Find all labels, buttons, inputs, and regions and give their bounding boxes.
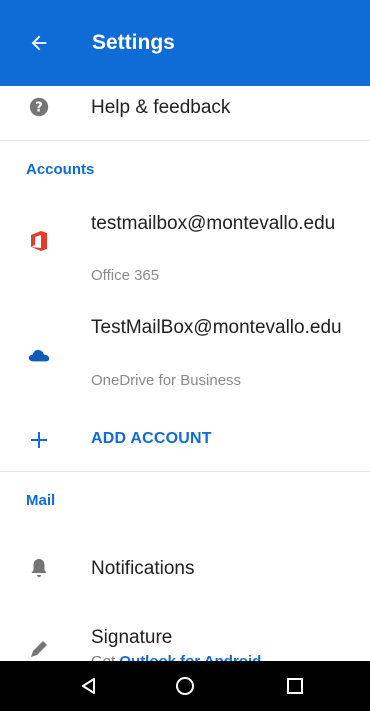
settings-screen: Settings ? Help & feedback Accounts test… — [0, 0, 370, 711]
add-account-button[interactable]: ADD ACCOUNT — [0, 418, 370, 468]
accounts-section-header: Accounts — [26, 161, 95, 178]
account-email: TestMailBox@montevallo.edu — [91, 317, 342, 338]
account-item-office365[interactable]: testmailbox@montevallo.edu Office 365 — [0, 200, 370, 300]
nav-recents-square-icon[interactable] — [282, 673, 308, 699]
help-feedback-row[interactable]: ? Help & feedback — [0, 86, 370, 140]
help-feedback-label: Help & feedback — [91, 97, 231, 118]
system-navigation-bar — [0, 661, 370, 711]
arrow-back-icon[interactable] — [24, 28, 54, 58]
add-account-label: ADD ACCOUNT — [91, 430, 212, 447]
signature-label: Signature — [91, 627, 173, 648]
account-type: Office 365 — [91, 267, 160, 284]
account-email: testmailbox@montevallo.edu — [91, 213, 336, 234]
bell-icon — [28, 557, 50, 579]
pen-icon — [28, 638, 50, 660]
divider — [0, 471, 370, 472]
page-title: Settings — [92, 31, 175, 54]
svg-text:?: ? — [35, 101, 42, 116]
onedrive-cloud-icon — [28, 344, 50, 366]
account-type: OneDrive for Business — [91, 372, 242, 389]
nav-home-circle-icon[interactable] — [172, 673, 198, 699]
office-365-icon — [28, 230, 50, 252]
notifications-row[interactable]: Notifications — [0, 545, 370, 595]
nav-back-triangle-icon[interactable] — [76, 673, 102, 699]
app-bar: Settings — [0, 0, 370, 86]
mail-section-header: Mail — [26, 492, 56, 509]
notifications-label: Notifications — [91, 558, 195, 579]
account-item-onedrive[interactable]: TestMailBox@montevallo.edu OneDrive for … — [0, 310, 370, 410]
plus-icon — [28, 429, 50, 451]
divider — [0, 140, 370, 141]
help-circle-icon: ? — [28, 96, 50, 118]
